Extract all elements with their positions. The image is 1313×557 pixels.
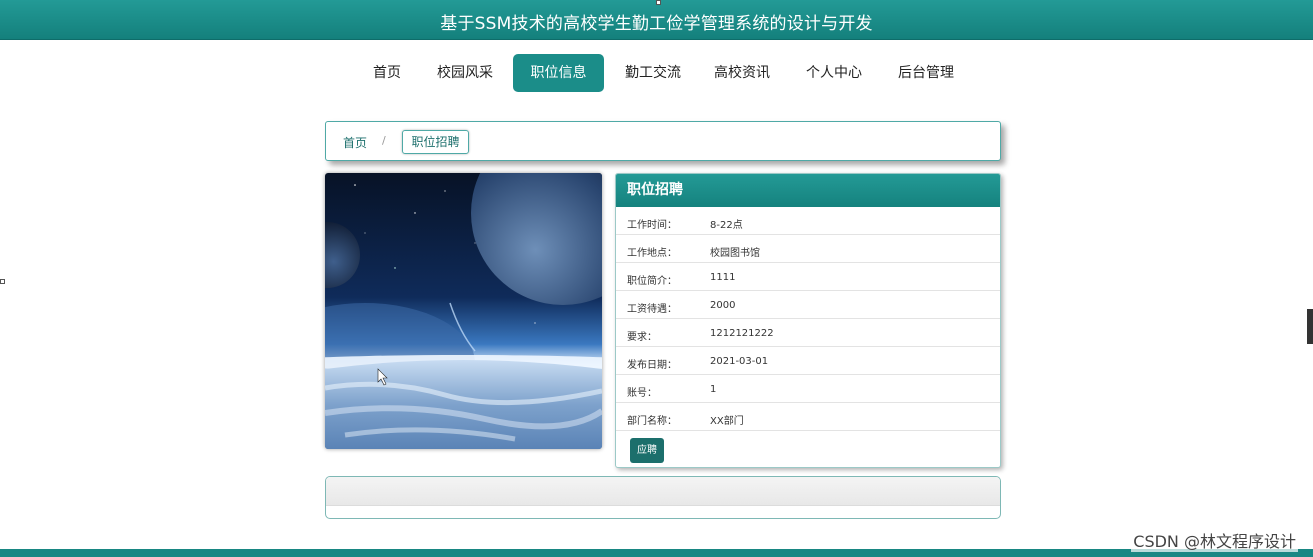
detail-row: 部门名称： XX部门 bbox=[616, 403, 1000, 431]
detail-row: 要求： 1212121222 bbox=[616, 319, 1000, 347]
detail-label: 职位简介： bbox=[627, 276, 677, 287]
detail-row: 工作地点： 校园图书馆 bbox=[616, 235, 1000, 263]
content-panel-header bbox=[326, 477, 1000, 506]
selection-handle bbox=[656, 0, 661, 5]
nav-item-work-exchange[interactable]: 勤工交流 bbox=[617, 54, 689, 92]
nav-item-job-info[interactable]: 职位信息 bbox=[513, 54, 604, 92]
detail-row: 职位简介： 1111 bbox=[616, 263, 1000, 291]
nav-item-personal-center[interactable]: 个人中心 bbox=[798, 54, 870, 92]
page-title: 基于SSM技术的高校学生勤工俭学管理系统的设计与开发 bbox=[440, 14, 873, 34]
title-bar: 基于SSM技术的高校学生勤工俭学管理系统的设计与开发 bbox=[0, 0, 1313, 40]
watermark: CSDN @林文程序设计 bbox=[1131, 528, 1298, 552]
breadcrumb-home-link[interactable]: 首页 bbox=[343, 134, 367, 151]
detail-row: 账号： 1 bbox=[616, 375, 1000, 403]
detail-row: 工作时间： 8-22点 bbox=[616, 207, 1000, 235]
detail-value: 8-22点 bbox=[710, 220, 743, 231]
content-panel bbox=[325, 476, 1001, 519]
detail-label: 账号： bbox=[627, 388, 657, 399]
job-detail-card: 职位招聘 工作时间： 8-22点 工作地点： 校园图书馆 职位简介： 1111 … bbox=[615, 173, 1001, 468]
detail-row: 工资待遇： 2000 bbox=[616, 291, 1000, 319]
detail-row: 发布日期： 2021-03-01 bbox=[616, 347, 1000, 375]
nav-item-campus-news[interactable]: 高校资讯 bbox=[706, 54, 778, 92]
breadcrumb-current[interactable]: 职位招聘 bbox=[402, 130, 469, 154]
selection-handle bbox=[0, 279, 5, 284]
detail-value: XX部门 bbox=[710, 416, 744, 427]
detail-label: 要求： bbox=[627, 332, 657, 343]
detail-value: 校园图书馆 bbox=[710, 248, 760, 259]
detail-label: 发布日期： bbox=[627, 360, 677, 371]
breadcrumb: 首页 / 职位招聘 bbox=[325, 121, 1001, 161]
detail-label: 工资待遇： bbox=[627, 304, 677, 315]
detail-value: 1212121222 bbox=[710, 328, 774, 339]
nav-item-admin[interactable]: 后台管理 bbox=[890, 54, 962, 92]
detail-value: 2021-03-01 bbox=[710, 356, 769, 367]
detail-label: 部门名称： bbox=[627, 416, 677, 427]
nav-item-campus-style[interactable]: 校园风采 bbox=[429, 54, 501, 92]
detail-value: 1 bbox=[710, 384, 717, 395]
breadcrumb-separator: / bbox=[382, 134, 386, 147]
detail-value: 2000 bbox=[710, 300, 736, 311]
detail-title: 职位招聘 bbox=[616, 174, 1000, 207]
job-image bbox=[325, 173, 602, 449]
footer-bar bbox=[0, 549, 1313, 557]
detail-value: 1111 bbox=[710, 272, 736, 283]
apply-button[interactable]: 应聘 bbox=[630, 438, 664, 463]
scrollbar-handle[interactable] bbox=[1307, 309, 1313, 344]
detail-label: 工作时间： bbox=[627, 220, 677, 231]
detail-label: 工作地点： bbox=[627, 248, 677, 259]
main-nav: 首页 校园风采 职位信息 勤工交流 高校资讯 个人中心 后台管理 bbox=[0, 54, 1313, 92]
nav-item-home[interactable]: 首页 bbox=[364, 54, 410, 92]
